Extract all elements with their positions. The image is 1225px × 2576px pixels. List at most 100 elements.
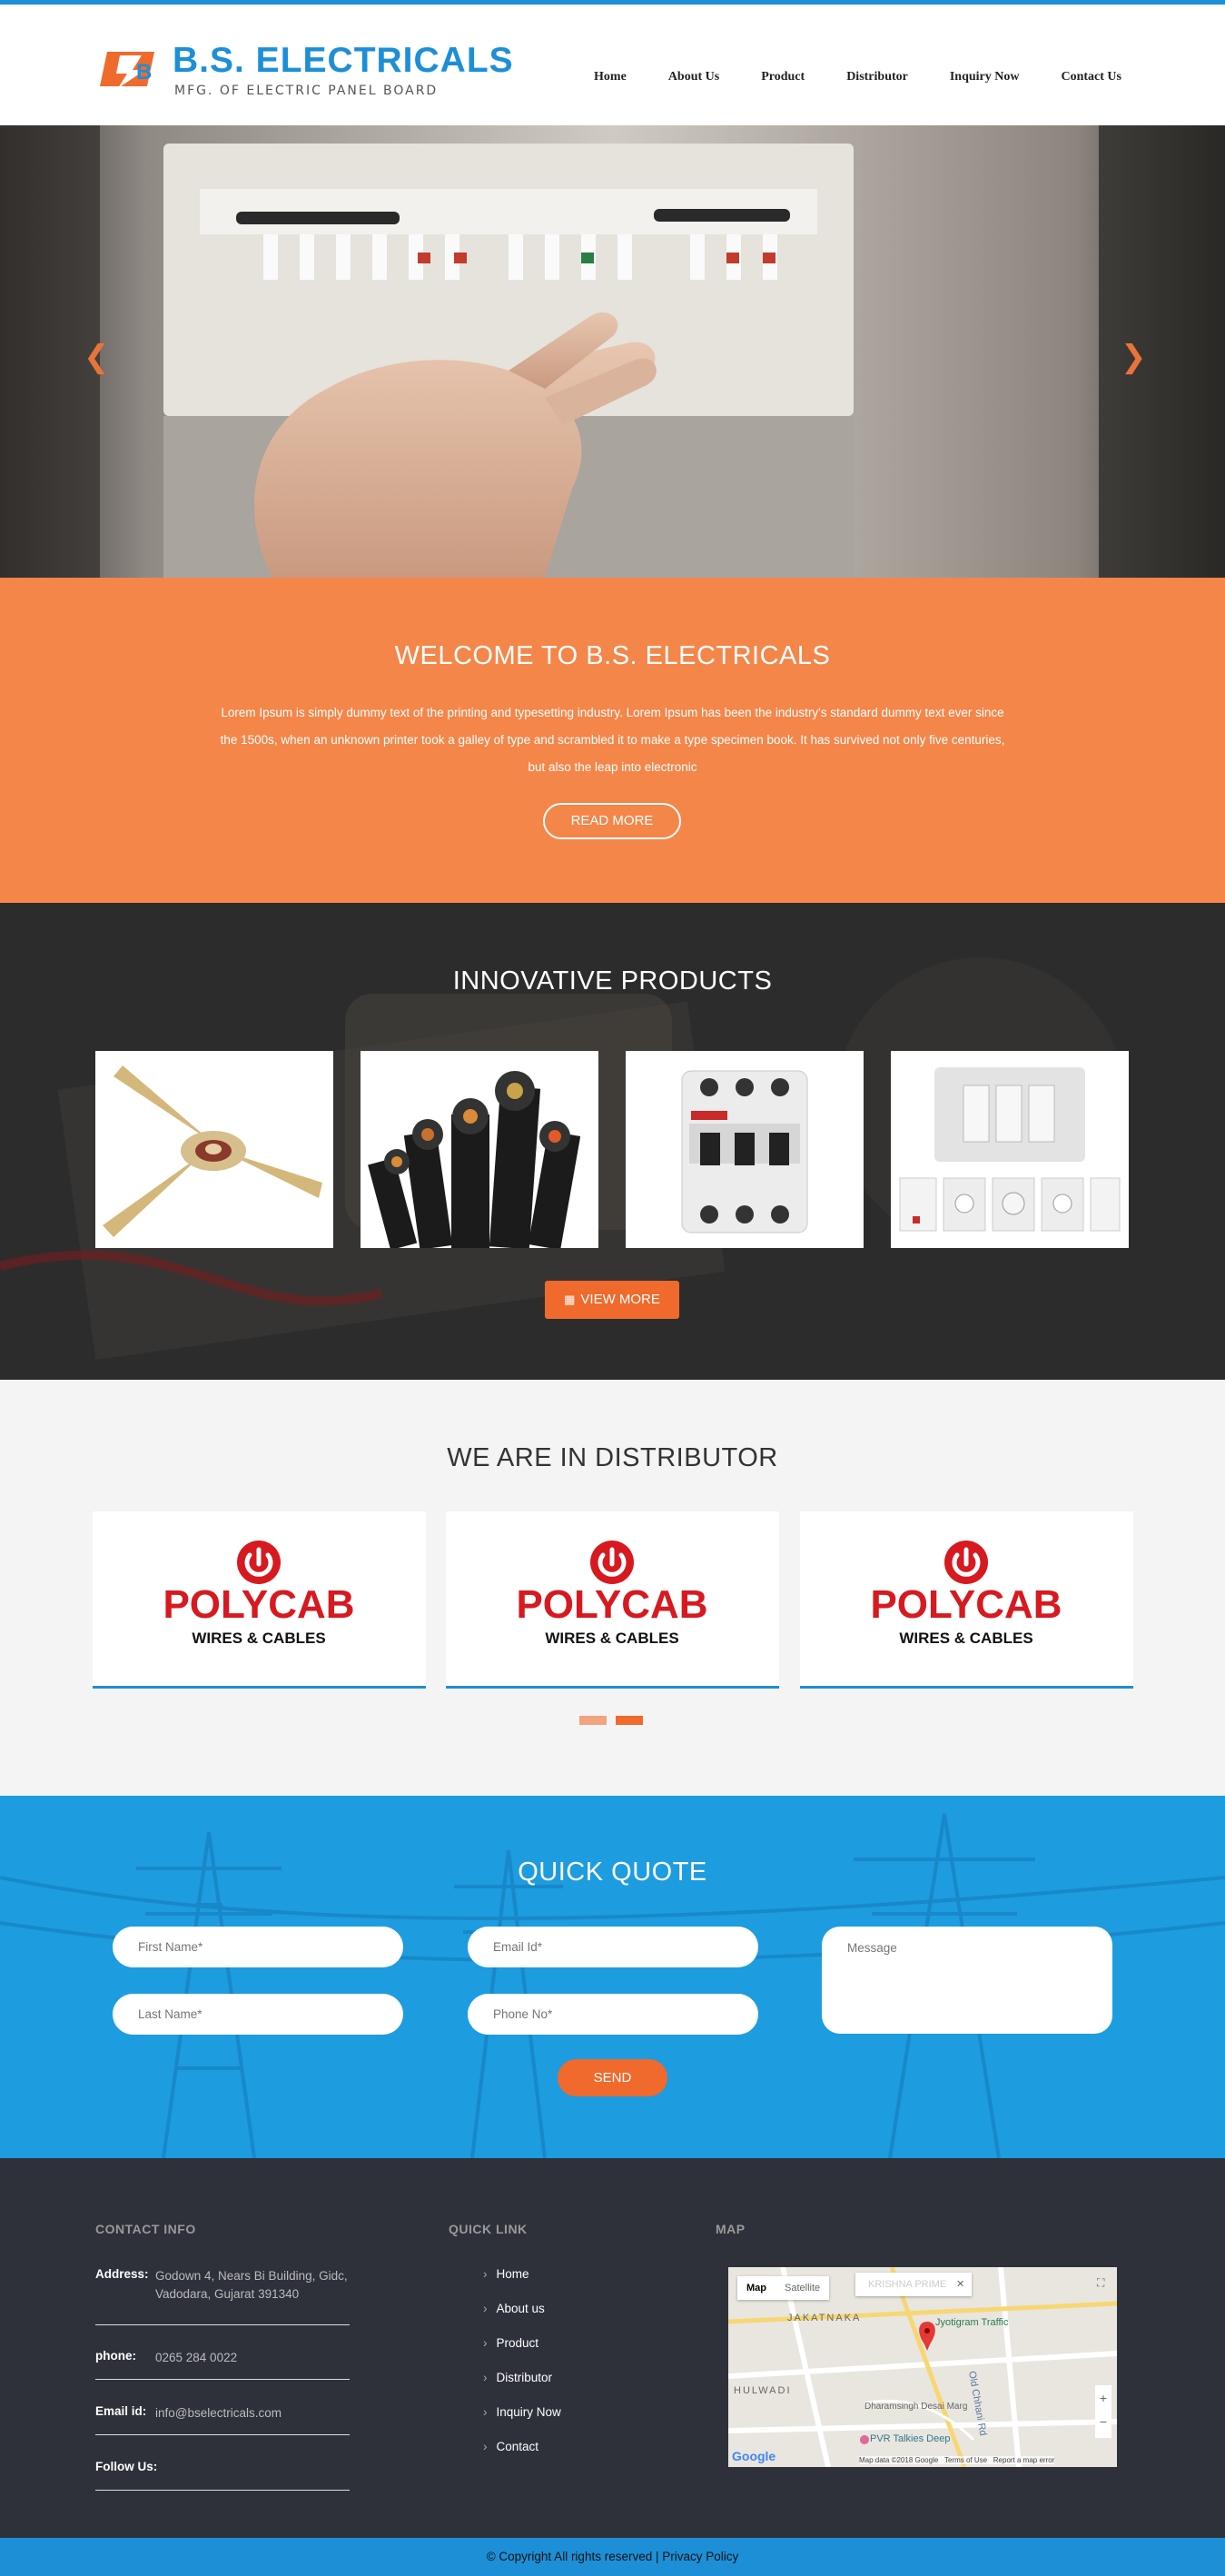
chevron-right-icon: › bbox=[483, 2405, 488, 2419]
zoom-out-icon[interactable]: − bbox=[1097, 2413, 1110, 2431]
chevron-right-icon: › bbox=[483, 2267, 488, 2281]
phone-value: 0265 284 0022 bbox=[155, 2351, 238, 2364]
chevron-right-icon: › bbox=[483, 2302, 488, 2315]
email-value[interactable]: info@bselectricals.com bbox=[155, 2404, 282, 2422]
distributor-card[interactable]: POLYCAB WIRES & CABLES bbox=[93, 1511, 426, 1689]
quick-link-inquiry[interactable]: › Inquiry Now bbox=[483, 2405, 561, 2440]
main-nav: Home About Us Product Distributor Inquir… bbox=[552, 70, 1121, 84]
distributor-card[interactable]: POLYCAB WIRES & CABLES bbox=[800, 1511, 1133, 1689]
view-more-label: VIEW MORE bbox=[580, 1292, 660, 1307]
quick-link-about[interactable]: › About us bbox=[483, 2302, 561, 2336]
quick-link-heading: QUICK LINK bbox=[449, 2222, 528, 2236]
product-card-switches[interactable] bbox=[891, 1051, 1129, 1248]
product-card-fan[interactable] bbox=[95, 1051, 333, 1248]
nav-about-us[interactable]: About Us bbox=[668, 70, 719, 84]
follow-label: Follow Us: bbox=[95, 2460, 158, 2473]
circuit-breaker-icon bbox=[681, 1070, 808, 1234]
carousel-dot[interactable] bbox=[579, 1716, 607, 1725]
welcome-title: WELCOME TO B.S. ELECTRICALS bbox=[394, 641, 831, 670]
read-more-button[interactable]: READ MORE bbox=[543, 803, 681, 839]
quick-link-contact[interactable]: › Contact bbox=[483, 2440, 561, 2474]
map-attribution-text: Map data ©2018 Google bbox=[859, 2456, 939, 2464]
zoom-in-icon[interactable]: + bbox=[1097, 2389, 1110, 2407]
quick-link-label: Home bbox=[496, 2267, 529, 2281]
logo[interactable]: B B.S. ELECTRICALS MFG. OF ELECTRIC PANE… bbox=[100, 41, 513, 104]
brand-tagline: MFG. OF ELECTRIC PANEL BOARD bbox=[174, 84, 439, 98]
svg-text:POLYCAB: POLYCAB bbox=[516, 1582, 707, 1627]
carousel-dot-active[interactable] bbox=[616, 1716, 643, 1725]
svg-text:POLYCAB: POLYCAB bbox=[163, 1582, 354, 1627]
nav-product[interactable]: Product bbox=[761, 70, 805, 84]
last-name-input[interactable] bbox=[113, 1994, 403, 2035]
svg-text:WIRES & CABLES: WIRES & CABLES bbox=[545, 1630, 678, 1647]
svg-text:POLYCAB: POLYCAB bbox=[870, 1582, 1062, 1627]
map-label-area-2: HULWADI bbox=[734, 2385, 792, 2396]
nav-contact-us[interactable]: Contact Us bbox=[1062, 70, 1122, 84]
privacy-policy-link[interactable]: Privacy Policy bbox=[662, 2550, 738, 2563]
message-input[interactable] bbox=[822, 1927, 1112, 2034]
map-place-name: KRISHNA PRIME bbox=[868, 2279, 947, 2290]
map-label-road: Dharamsingh Desai Marg bbox=[864, 2402, 968, 2412]
hero-image bbox=[0, 125, 1225, 578]
site-footer: CONTACT INFO Address: Godown 4, Nears Bi… bbox=[0, 2158, 1225, 2538]
distributor-title: WE ARE IN DISTRIBUTOR bbox=[447, 1443, 778, 1472]
map-tab-satellite[interactable]: Satellite bbox=[776, 2283, 829, 2294]
quick-links: › Home › About us › Product › Distributor › I… bbox=[483, 2267, 561, 2474]
phone-input[interactable] bbox=[468, 1994, 758, 2035]
close-icon[interactable]: ✕ bbox=[956, 2273, 964, 2296]
site-header: B B.S. ELECTRICALS MFG. OF ELECTRIC PANE… bbox=[0, 5, 1225, 125]
view-more-button[interactable]: ▦ VIEW MORE bbox=[545, 1281, 679, 1319]
polycab-logo-icon: POLYCAB WIRES & CABLES bbox=[163, 1541, 355, 1647]
quick-link-distributor[interactable]: › Distributor bbox=[483, 2371, 561, 2405]
quick-quote-title: QUICK QUOTE bbox=[518, 1858, 707, 1887]
map-type-toggle: Map Satellite bbox=[737, 2276, 830, 2300]
map-tab-map[interactable]: Map bbox=[737, 2283, 776, 2294]
product-card-breaker[interactable] bbox=[626, 1051, 864, 1248]
switch-board-icon bbox=[899, 1067, 1121, 1232]
map-label-poi: Jyotigram Traffic bbox=[935, 2317, 1009, 2328]
quick-link-home[interactable]: › Home bbox=[483, 2267, 561, 2302]
first-name-input[interactable] bbox=[113, 1927, 403, 1967]
map-report-link[interactable]: Report a map error bbox=[993, 2456, 1055, 2464]
quick-link-label: Inquiry Now bbox=[496, 2405, 561, 2419]
nav-distributor[interactable]: Distributor bbox=[846, 70, 908, 84]
product-card-cables[interactable] bbox=[361, 1051, 598, 1251]
email-input[interactable] bbox=[468, 1927, 758, 1967]
address-row: Address: Godown 4, Nears Bi Building, Gi… bbox=[95, 2267, 350, 2325]
send-button[interactable]: SEND bbox=[558, 2059, 667, 2096]
embedded-map[interactable]: Old Chhani Rd Map Satellite KRISHNA PRIME… bbox=[728, 2267, 1117, 2467]
polycab-logo-icon: POLYCAB WIRES & CABLES bbox=[516, 1541, 708, 1647]
phone-label: phone: bbox=[95, 2349, 136, 2363]
map-label-area: JAKATNAKA bbox=[787, 2313, 862, 2323]
quick-link-product[interactable]: › Product bbox=[483, 2336, 561, 2371]
map-label-poi-2: PVR Talkies Deep bbox=[870, 2433, 951, 2444]
chevron-right-icon: › bbox=[483, 2440, 488, 2453]
carousel-dots bbox=[579, 1713, 652, 1729]
svg-text:B: B bbox=[136, 60, 152, 84]
products-section: INNOVATIVE PRODUCTS ▦ VIEW MORE bbox=[0, 903, 1225, 1380]
quick-quote-section: QUICK QUOTE SEND bbox=[0, 1796, 1225, 2158]
bolt-logo-icon: B bbox=[100, 52, 154, 88]
fullscreen-icon[interactable]: ⛶ bbox=[1097, 2276, 1104, 2290]
email-label: Email id: bbox=[95, 2404, 147, 2418]
address-value: Godown 4, Nears Bi Building, Gidc, Vadod… bbox=[155, 2269, 348, 2301]
map-heading: MAP bbox=[716, 2222, 746, 2236]
svg-text:WIRES & CABLES: WIRES & CABLES bbox=[899, 1630, 1032, 1647]
phone-row: phone: 0265 284 0022 bbox=[95, 2338, 350, 2380]
svg-text:WIRES & CABLES: WIRES & CABLES bbox=[192, 1630, 325, 1647]
slider-prev-icon[interactable]: ❮ bbox=[84, 339, 110, 375]
quick-link-label: About us bbox=[496, 2302, 545, 2315]
follow-row: Follow Us: bbox=[95, 2449, 350, 2491]
grid-icon: ▦ bbox=[564, 1293, 576, 1306]
welcome-section: WELCOME TO B.S. ELECTRICALS Lorem Ipsum … bbox=[0, 578, 1225, 903]
brand-name: B.S. ELECTRICALS bbox=[173, 41, 514, 80]
slider-next-icon[interactable]: ❯ bbox=[1121, 339, 1147, 375]
polycab-logo-icon: POLYCAB WIRES & CABLES bbox=[870, 1541, 1062, 1647]
quick-link-label: Product bbox=[496, 2336, 539, 2350]
map-terms-link[interactable]: Terms of Use bbox=[944, 2456, 987, 2464]
map-attribution: Map data ©2018 Google Terms of Use Repor… bbox=[859, 2456, 1055, 2464]
distributor-card[interactable]: POLYCAB WIRES & CABLES bbox=[446, 1511, 779, 1689]
nav-home[interactable]: Home bbox=[594, 70, 627, 84]
copyright-text: © Copyright All rights reserved | bbox=[486, 2550, 659, 2563]
nav-inquiry-now[interactable]: Inquiry Now bbox=[950, 70, 1020, 84]
